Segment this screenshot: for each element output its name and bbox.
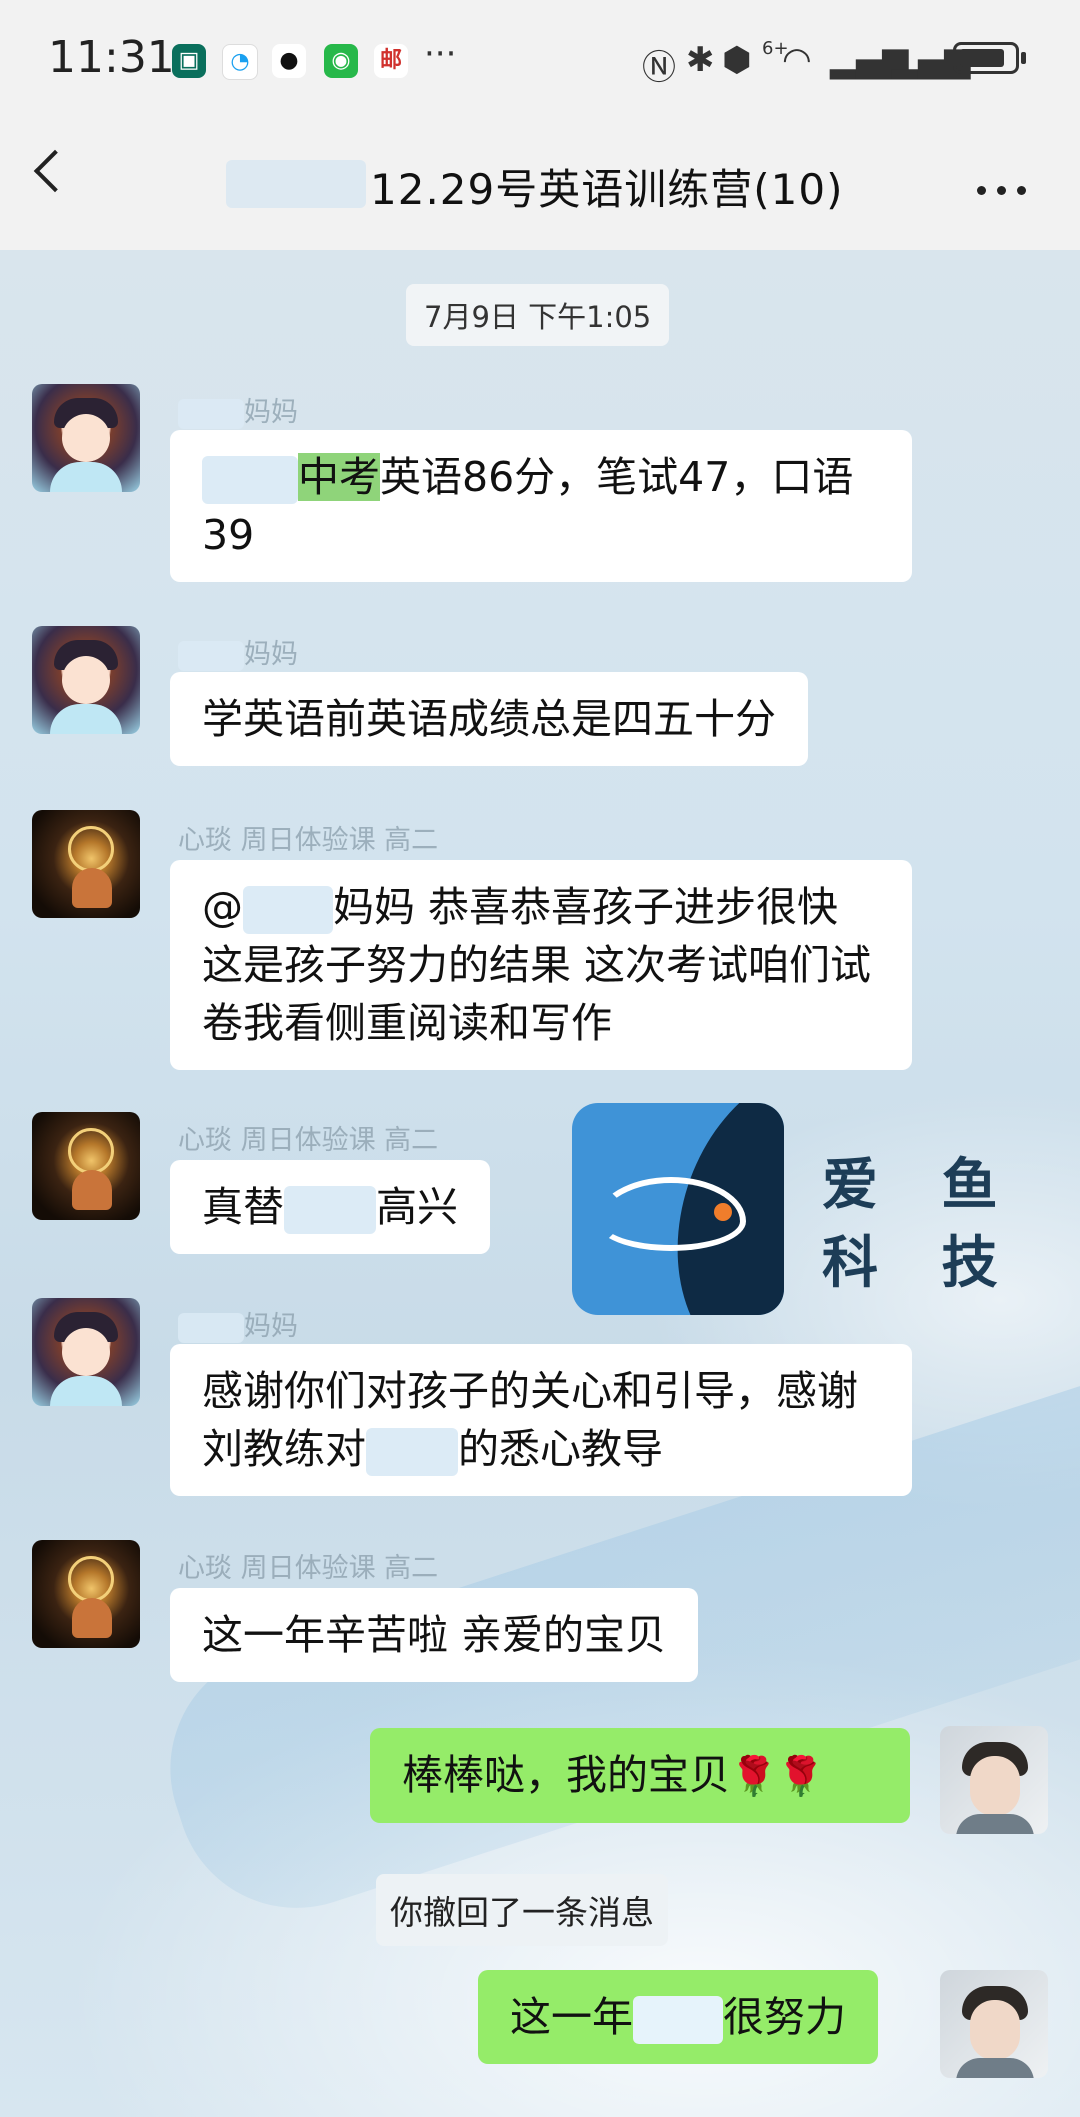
message-bubble[interactable]: 这一年辛苦啦 亲爱的宝贝 (170, 1588, 699, 1682)
blurred-title-prefix (226, 160, 366, 208)
sender-name: 妈妈 (178, 632, 298, 671)
watermark-fish-logo (572, 1103, 784, 1315)
avatar-teacher[interactable] (32, 1112, 140, 1220)
message-bubble[interactable]: 真替 高兴 (170, 1160, 490, 1254)
message-bubble[interactable]: 学英语前英语成绩总是四五十分 (170, 672, 808, 766)
avatar-mother[interactable] (32, 626, 140, 734)
rose-emoji: 🌹🌹 (730, 1754, 825, 1798)
group-title: 12.29号英语训练营(10) (370, 165, 844, 214)
sender-name: 妈妈 (178, 1304, 298, 1343)
avatar-teacher[interactable] (32, 1540, 140, 1648)
message-bubble[interactable]: 中考英语86分，笔试47，口语39 (170, 430, 912, 582)
avatar-self[interactable] (940, 1726, 1048, 1834)
wechat-notification-icon: ◉ (324, 44, 358, 78)
highlighted-text: 中考 (298, 453, 380, 501)
watermark-text-line2: 科 技 (822, 1231, 1020, 1296)
message-bubble[interactable]: 感谢你们对孩子的关心和引导，感谢刘教练对 的悉心教导 (170, 1344, 912, 1496)
sender-name: 心琰 周日体验课 高二 (178, 1125, 439, 1156)
avatar-self[interactable] (940, 1970, 1048, 2078)
sender-name: 心琰 周日体验课 高二 (178, 1553, 439, 1584)
recall-notice: 你撤回了一条消息 (376, 1874, 668, 1946)
mail-notification-icon: 邮 (374, 44, 408, 78)
battery-cap (1021, 52, 1026, 64)
chat-timestamp: 7月9日 下午1:05 (406, 284, 670, 346)
back-arrow-icon[interactable] (33, 149, 77, 193)
status-bar: 11:31 ▣ ◔ ● ◉ 邮 ··· Ⓝ ✱ ⬢ 6+ ◠ ▂▄▆ ▂▄▆ (0, 0, 1080, 110)
more-notifications-icon: ··· (424, 34, 457, 74)
chat-header: 12.29号英语训练营(10) (0, 110, 1080, 250)
battery-icon (953, 42, 1019, 74)
qq-notification-icon: ● (272, 44, 306, 78)
message-bubble[interactable]: @ 妈妈 恭喜恭喜孩子进步很快 这是孩子努力的结果 这次考试咱们试卷我看侧重阅读和… (170, 860, 912, 1070)
wifi-icon: ◠ (782, 40, 812, 80)
avatar-mother[interactable] (32, 384, 140, 492)
my-message-bubble[interactable]: 这一年 很努力 (478, 1970, 878, 2064)
location-icon: ⬢ (722, 40, 752, 80)
bluetooth-icon: ✱ (686, 40, 715, 80)
nfc-icon: Ⓝ (642, 48, 676, 88)
sender-name: 妈妈 (178, 390, 298, 429)
avatar-teacher[interactable] (32, 810, 140, 918)
more-options-icon[interactable] (977, 180, 1037, 195)
my-message-bubble[interactable]: 棒棒哒，我的宝贝🌹🌹 (370, 1728, 910, 1823)
chat-notification-icon: ◔ (222, 44, 258, 80)
avatar-mother[interactable] (32, 1298, 140, 1406)
tiktok-notification-icon: ▣ (172, 44, 206, 78)
watermark-text-line1: 爱 鱼 (822, 1153, 1020, 1218)
sender-name: 心琰 周日体验课 高二 (178, 825, 439, 856)
status-time: 11:31 (48, 32, 175, 83)
